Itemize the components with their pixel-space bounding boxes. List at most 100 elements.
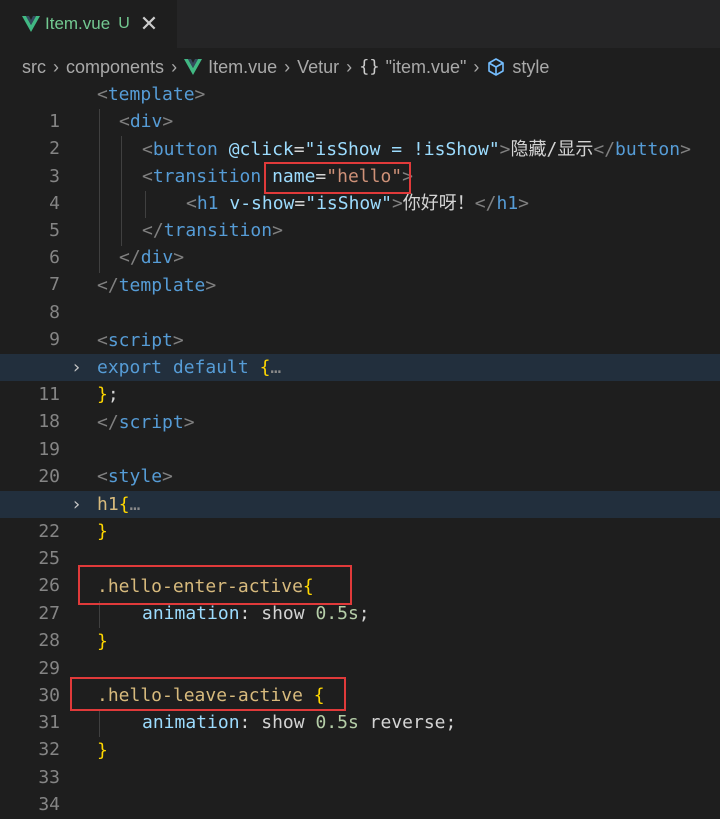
breadcrumb-item-vue-label: "item.vue"	[385, 56, 467, 77]
token: animation	[142, 603, 240, 624]
code-line[interactable]: 25 }	[0, 518, 720, 569]
token: }	[97, 740, 108, 761]
token: }	[97, 384, 108, 405]
folded-ellipsis[interactable]: …	[130, 494, 141, 515]
token: </	[142, 220, 164, 241]
tab-item-vue[interactable]: Item.vue U ✕	[0, 0, 177, 48]
token: >	[391, 193, 403, 214]
token: template	[118, 275, 206, 296]
braces-icon: {}	[359, 57, 380, 77]
code-line[interactable]: 21 <style>	[0, 463, 720, 514]
code-line[interactable]: 9	[0, 299, 720, 350]
tab-untracked-badge: U	[118, 15, 130, 32]
chevron-right-icon: ›	[53, 56, 59, 77]
chevron-right-icon: ›	[346, 56, 353, 77]
code-line[interactable]: 11 › export default {…	[0, 354, 720, 405]
code-line[interactable]: 18 };	[0, 381, 720, 432]
editor-tab-bar: Item.vue U ✕	[0, 0, 720, 48]
code-line[interactable]: 1 <template>	[0, 81, 720, 132]
code-line[interactable]: 29 }	[0, 628, 720, 679]
token: v-show	[229, 193, 295, 214]
token: "isShow"	[305, 193, 392, 214]
token: <	[142, 139, 153, 160]
token: script	[118, 412, 184, 433]
annotation-box-enter-active	[78, 565, 352, 605]
token: >	[183, 412, 195, 433]
code-line[interactable]: 8 </template>	[0, 272, 720, 323]
token: >	[162, 466, 173, 487]
code-line[interactable]: 2 <div>	[0, 108, 720, 159]
token: h1	[196, 193, 219, 214]
token: <	[142, 166, 153, 187]
token: reverse	[369, 712, 446, 733]
breadcrumb-vetur[interactable]: Vetur	[297, 57, 339, 78]
breadcrumb-style[interactable]: style	[486, 57, 549, 78]
token: div	[140, 247, 174, 268]
breadcrumb-file[interactable]: Item.vue	[184, 57, 277, 78]
token: template	[107, 84, 195, 105]
code-line[interactable]: 32 animation: show 0.5s reverse;	[0, 709, 720, 760]
code-line[interactable]: 22 › h1{…	[0, 491, 720, 542]
code-line[interactable]: 33 }	[0, 737, 720, 788]
token: ;	[107, 384, 119, 405]
token: >	[518, 193, 530, 214]
token: default	[172, 357, 249, 378]
token: <	[119, 111, 130, 132]
chevron-right-icon: ›	[171, 56, 178, 77]
token: 你好呀！	[402, 193, 475, 214]
breadcrumb-item-vue[interactable]: {} "item.vue"	[359, 57, 466, 78]
code-line[interactable]: 19 </script>	[0, 409, 720, 460]
token: ;	[445, 712, 457, 733]
token: @click	[228, 139, 294, 160]
token: </	[593, 139, 616, 160]
token: animation	[142, 712, 240, 733]
token: button	[152, 139, 218, 160]
token: export	[97, 357, 163, 378]
token: >	[680, 139, 691, 160]
token: =	[294, 193, 306, 214]
token: 隐藏/显示	[510, 139, 594, 160]
token: >	[499, 139, 511, 160]
token: </	[474, 193, 497, 214]
token: }	[97, 631, 108, 652]
code-line[interactable]: 7 </div>	[0, 244, 720, 295]
annotation-box-name-hello	[264, 162, 411, 194]
folded-ellipsis[interactable]: …	[270, 357, 281, 378]
code-line[interactable]: 6 </transition>	[0, 217, 720, 268]
vue-logo-icon	[184, 59, 203, 75]
breadcrumb-src[interactable]: src	[22, 57, 46, 78]
token: >	[172, 330, 184, 351]
breadcrumb-file-label: Item.vue	[208, 56, 278, 77]
token: <	[97, 330, 108, 351]
close-icon[interactable]: ✕	[140, 13, 158, 35]
token: {	[118, 494, 130, 515]
code-line[interactable]: 10 <script>	[0, 327, 720, 378]
code-line[interactable]: 20	[0, 436, 720, 487]
breadcrumb-components[interactable]: components	[66, 57, 164, 78]
token: transition	[152, 166, 262, 187]
token: <	[186, 193, 197, 214]
cube-icon	[488, 58, 505, 76]
line-number: 34	[38, 794, 60, 816]
annotation-box-leave-active	[70, 677, 346, 711]
fold-expand-icon[interactable]: ›	[71, 354, 85, 381]
code-line[interactable]: 34	[0, 764, 720, 815]
token: h1	[97, 494, 119, 515]
token: "isShow = !isShow"	[304, 139, 500, 160]
code-line[interactable]: 5 <h1 v-show="isShow">你好呀！</h1>	[0, 190, 720, 241]
token: button	[615, 139, 681, 160]
token: </	[97, 275, 119, 296]
chevron-right-icon: ›	[284, 56, 291, 77]
token: :	[239, 603, 262, 624]
vue-logo-icon	[22, 16, 40, 32]
code-line[interactable]: 3 <button @click="isShow = !isShow">隐藏/显…	[0, 136, 720, 187]
token: div	[129, 111, 163, 132]
fold-expand-icon[interactable]: ›	[71, 491, 85, 518]
token: transition	[163, 220, 273, 241]
token: =	[293, 139, 305, 160]
